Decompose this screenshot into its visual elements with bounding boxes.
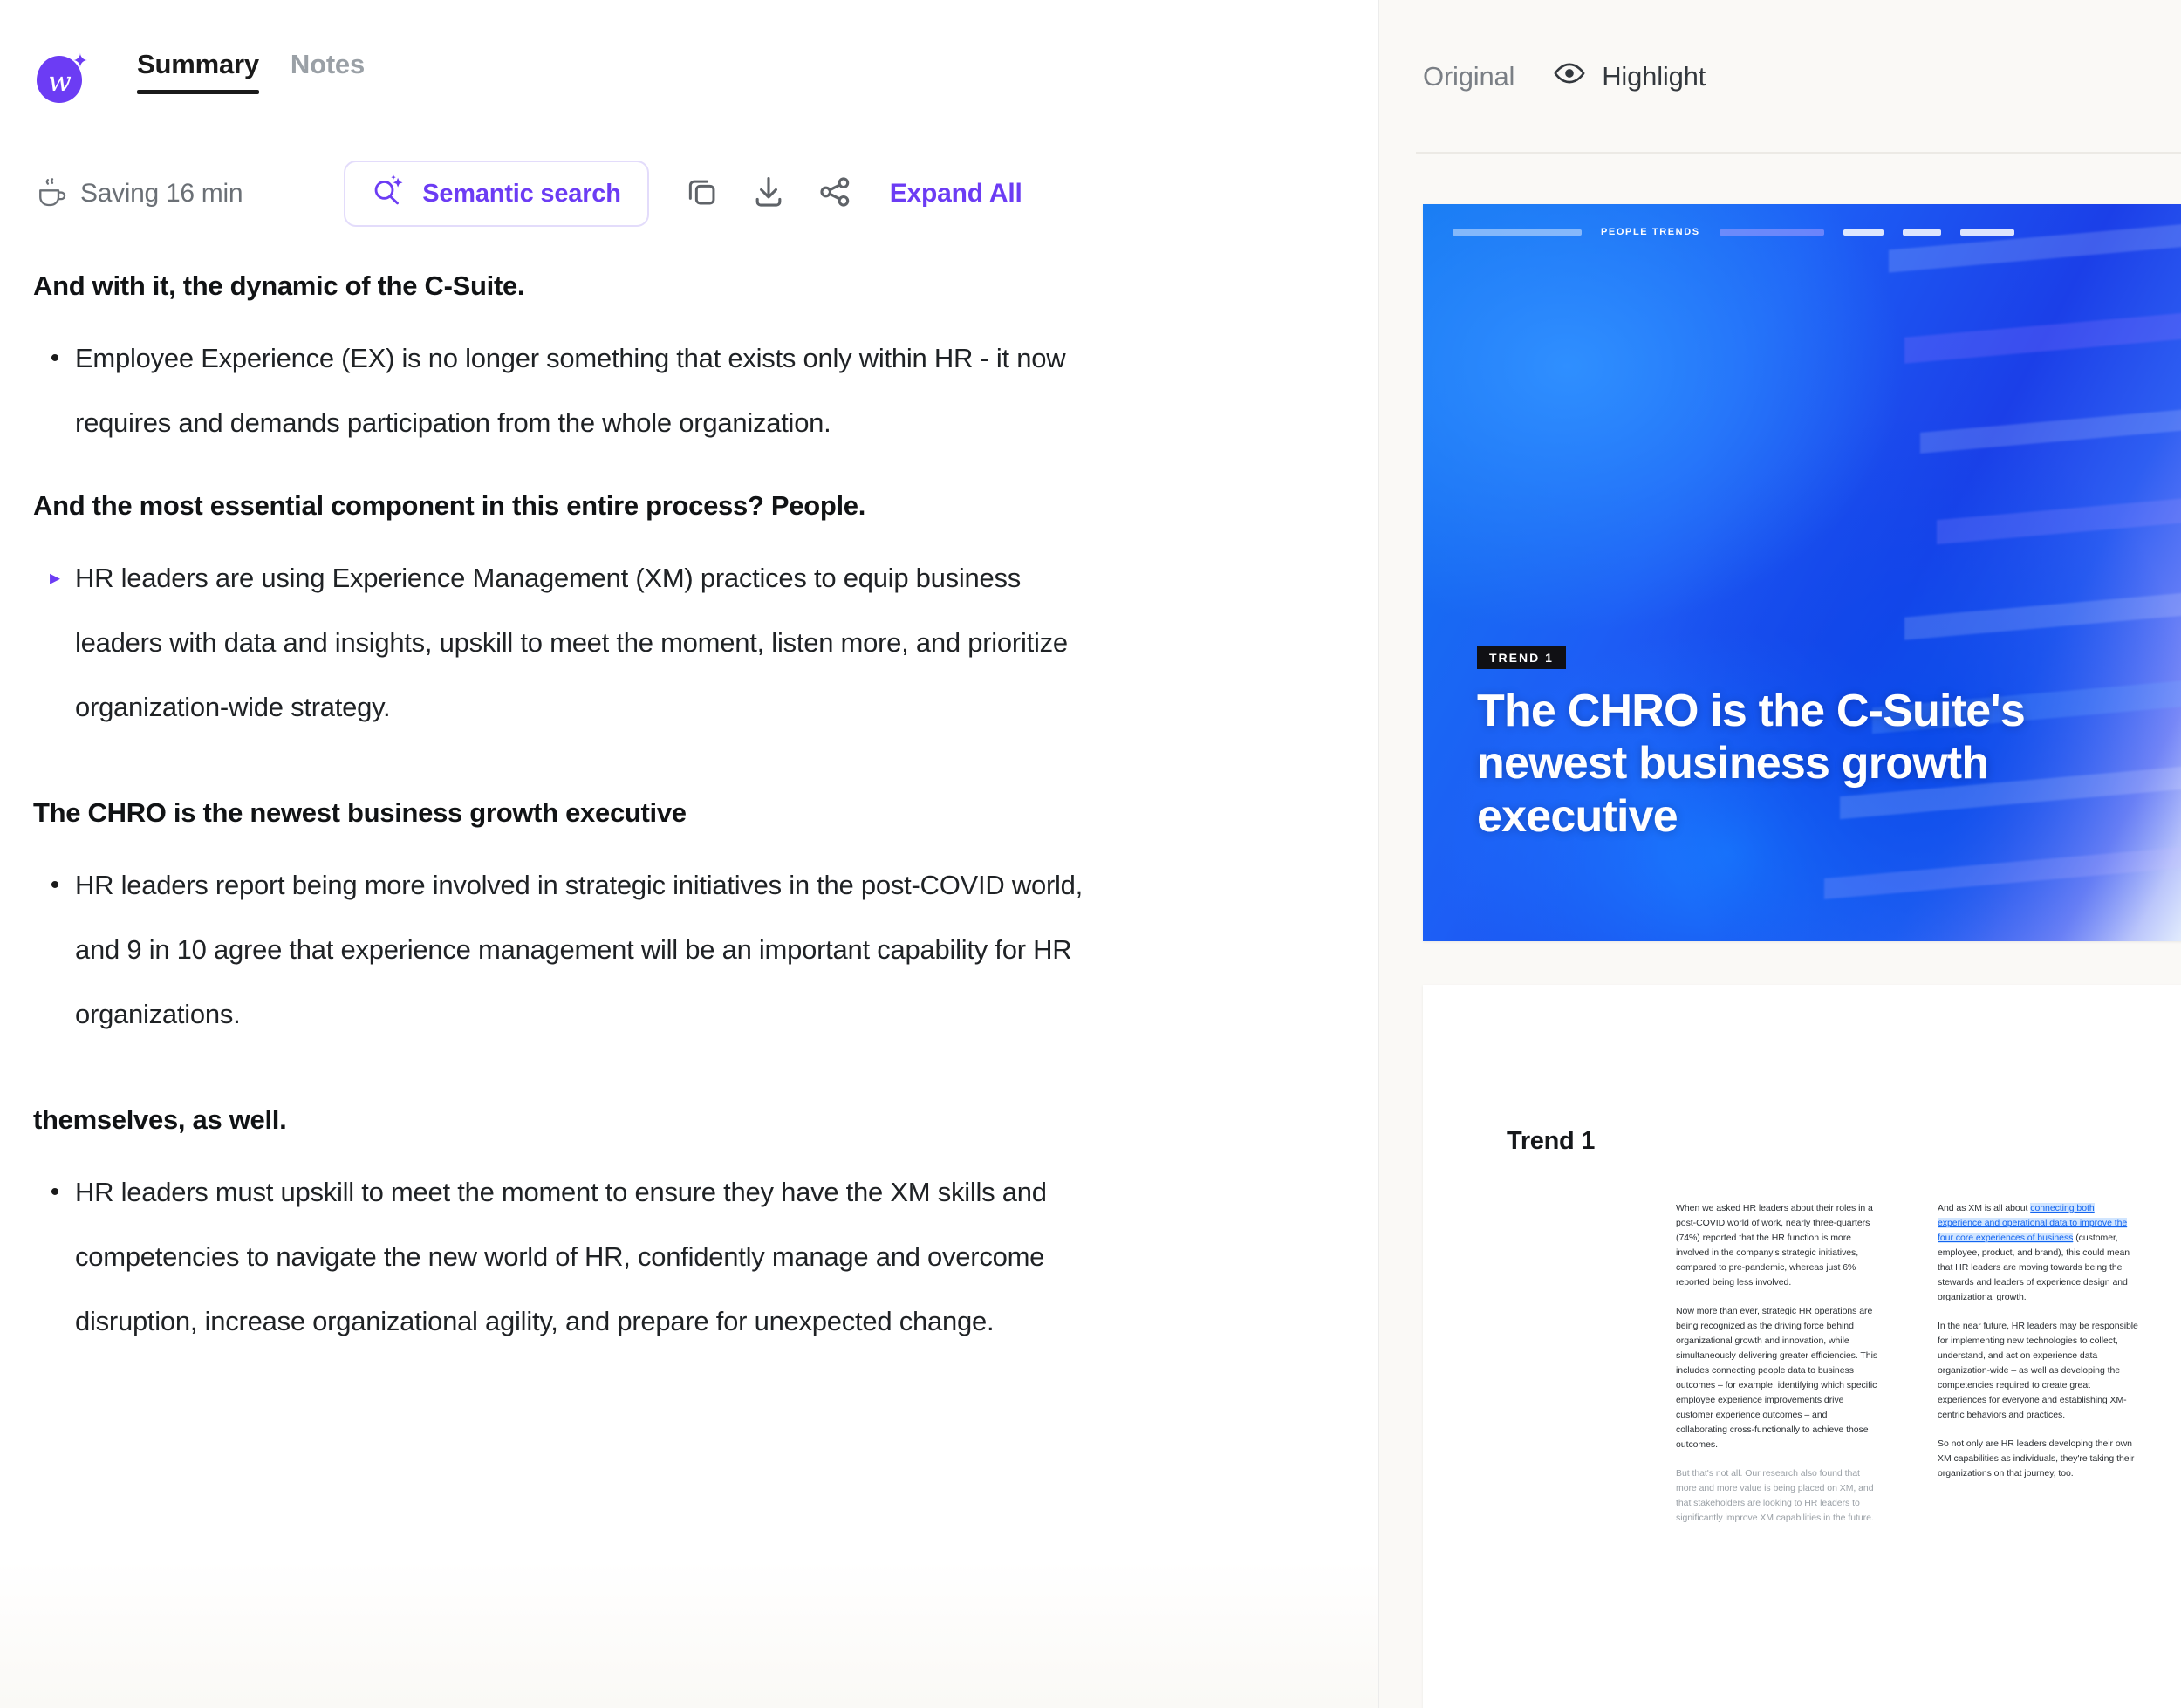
semantic-search-button[interactable]: Semantic search <box>344 161 649 227</box>
content-fade-overlay <box>0 1560 1379 1708</box>
download-icon <box>749 173 788 215</box>
view-mode-highlight-label: Highlight <box>1602 61 1706 92</box>
tab-notes[interactable]: Notes <box>291 49 365 94</box>
summary-content: And with it, the dynamic of the C-Suite.… <box>0 237 1379 1354</box>
summary-panel: w ✦ Summary Notes Saving 16 min Semantic… <box>0 0 1379 1708</box>
cover-nav-bar: PEOPLE TRENDS <box>1423 223 2181 241</box>
copy-button[interactable] <box>679 170 726 217</box>
expand-all-button[interactable]: Expand All <box>890 179 1022 208</box>
coffee-cup-icon <box>37 177 68 210</box>
list-item: • HR leaders report being more involved … <box>33 853 1336 1047</box>
viewer-header: Original Highlight <box>1380 0 2181 154</box>
tab-summary[interactable]: Summary <box>137 49 259 94</box>
document-thumbnail-list: PEOPLE TRENDS TREND 1 The CHRO is the C-… <box>1380 154 2181 1708</box>
cover-image: PEOPLE TRENDS TREND 1 The CHRO is the C-… <box>1423 204 2181 941</box>
bullet-text: HR leaders are using Experience Manageme… <box>75 563 1068 722</box>
cover-title-block: TREND 1 The CHRO is the C-Suite's newest… <box>1477 645 2088 844</box>
list-item: • HR leaders must upskill to meet the mo… <box>33 1160 1336 1354</box>
document-columns: When we asked HR leaders about their rol… <box>1676 1201 2149 1540</box>
document-paragraph-tail: (customer, employee, product, and brand)… <box>1938 1233 2130 1302</box>
document-column-left: When we asked HR leaders about their rol… <box>1676 1201 1878 1540</box>
document-paragraph: Now more than ever, strategic HR operati… <box>1676 1306 1878 1450</box>
bullet-text: Employee Experience (EX) is no longer so… <box>75 343 1066 438</box>
document-paragraph: In the near future, HR leaders may be re… <box>1938 1321 2138 1420</box>
document-paragraph-lead: And as XM is all about <box>1938 1203 2031 1213</box>
bullet-marker: • <box>50 344 60 372</box>
section-heading: And the most essential component in this… <box>33 490 866 521</box>
view-mode-highlight[interactable]: Highlight <box>1553 57 1706 97</box>
document-paragraph: When we asked HR leaders about their rol… <box>1676 1203 1873 1288</box>
document-viewer-panel: Original Highlight PEOPLE TRENDS TREND 1… <box>1379 0 2181 1708</box>
summary-toolbar: Saving 16 min Semantic search Expand All <box>0 150 1379 237</box>
bullet-text: HR leaders must upskill to meet the mome… <box>75 1177 1047 1336</box>
cover-title: The CHRO is the C-Suite's newest busines… <box>1477 685 2026 843</box>
document-column-right: And as XM is all about connecting both e… <box>1938 1201 2140 1540</box>
view-mode-original-label: Original <box>1423 61 1515 92</box>
cover-brand-label: PEOPLE TRENDS <box>1601 227 1700 237</box>
section-heading: themselves, as well. <box>33 1104 287 1135</box>
view-mode-original[interactable]: Original <box>1423 61 1514 92</box>
download-button[interactable] <box>745 170 792 217</box>
app-logo: w ✦ <box>35 49 89 103</box>
list-item: • Employee Experience (EX) is no longer … <box>33 326 1336 455</box>
semantic-search-label: Semantic search <box>422 179 621 208</box>
share-button[interactable] <box>811 170 858 217</box>
document-page-cover[interactable]: PEOPLE TRENDS TREND 1 The CHRO is the C-… <box>1423 204 2181 941</box>
document-page-trend1[interactable]: Trend 1 When we asked HR leaders about t… <box>1423 985 2181 1708</box>
bullet-marker: • <box>50 1178 60 1206</box>
bullet-marker: • <box>50 871 60 899</box>
list-item: ▸ HR leaders are using Experience Manage… <box>33 546 1336 740</box>
section-heading: The CHRO is the newest business growth e… <box>33 797 687 828</box>
share-icon <box>816 173 854 215</box>
trend-badge: TREND 1 <box>1477 645 1566 669</box>
bullet-text: HR leaders report being more involved in… <box>75 870 1084 1029</box>
bullet-marker-triangle[interactable]: ▸ <box>33 546 75 740</box>
section-heading: And with it, the dynamic of the C-Suite. <box>33 270 525 301</box>
toolbar-icon-group <box>679 170 858 217</box>
eye-icon <box>1553 57 1586 97</box>
sparkle-icon: ✦ <box>72 50 89 72</box>
copy-icon <box>684 174 721 215</box>
document-paragraph: So not only are HR leaders developing th… <box>1938 1438 2135 1479</box>
app-root: w ✦ Summary Notes Saving 16 min Semantic… <box>0 0 2181 1708</box>
saving-indicator: Saving 16 min <box>37 177 243 210</box>
magic-search-icon <box>370 174 407 215</box>
tab-bar: Summary Notes <box>137 49 365 94</box>
saving-label: Saving 16 min <box>80 179 243 208</box>
document-page-title: Trend 1 <box>1507 1127 1596 1155</box>
document-paragraph: But that's not all. Our research also fo… <box>1676 1468 1874 1523</box>
document-paragraph-with-link: And as XM is all about connecting both e… <box>1938 1201 2140 1305</box>
summary-header: w ✦ Summary Notes <box>0 0 1379 150</box>
